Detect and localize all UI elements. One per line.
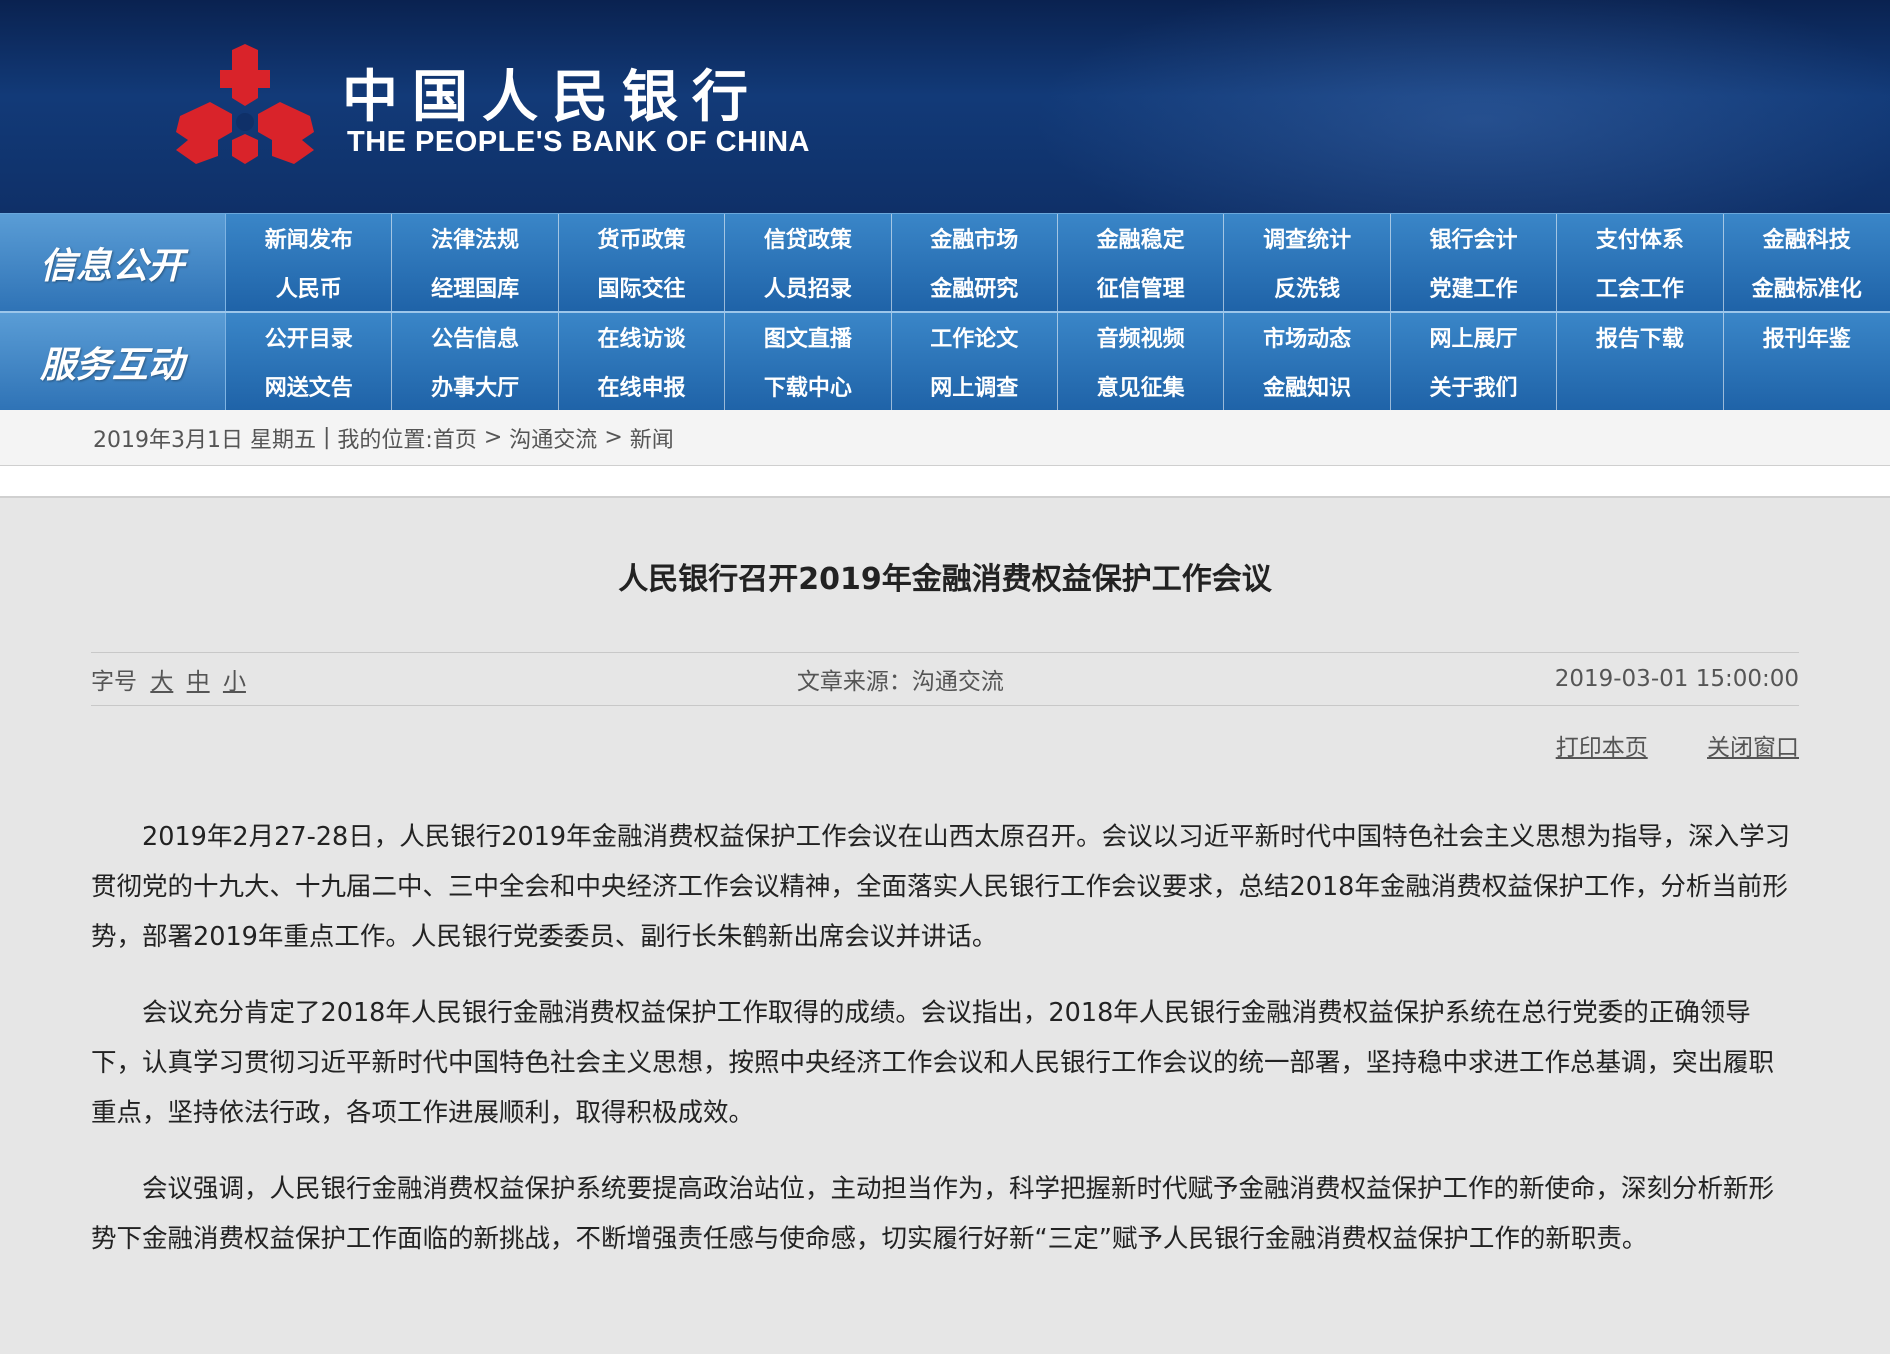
nav-item-payment-system[interactable]: 支付体系	[1557, 214, 1724, 263]
article-paragraph: 2019年2月27-28日，人民银行2019年金融消费权益保护工作会议在山西太原…	[91, 822, 1791, 952]
nav-item-statistics[interactable]: 调查统计	[1224, 214, 1391, 263]
nav-item-yearbooks[interactable]: 报刊年鉴	[1724, 313, 1890, 362]
nav-item-treasury[interactable]: 经理国库	[392, 262, 559, 311]
nav-grid: 新闻发布 法律法规 货币政策 信贷政策 金融市场 金融稳定 调查统计 银行会计 …	[226, 214, 1890, 311]
breadcrumb-section-link[interactable]: 沟通交流	[509, 422, 597, 454]
nav-item-download-center[interactable]: 下载中心	[725, 361, 892, 410]
divider-strip	[0, 466, 1890, 498]
nav-item-public-catalog[interactable]: 公开目录	[226, 313, 393, 362]
font-size-medium-link[interactable]: 中	[187, 669, 210, 695]
close-window-link[interactable]: 关闭窗口	[1707, 735, 1799, 761]
article-source: 文章来源：沟通交流	[796, 669, 1004, 695]
nav-band-service-interaction: 服务互动 公开目录 公告信息 在线访谈 图文直播 工作论文 音频视频 市场动态 …	[0, 311, 1890, 410]
article-datetime: 2019-03-01 15:00:00	[1554, 666, 1799, 692]
nav-item-laws[interactable]: 法律法规	[392, 214, 559, 263]
nav-item-fintech[interactable]: 金融科技	[1724, 214, 1890, 263]
breadcrumb-arrow: >	[604, 425, 623, 450]
nav-item-market-news[interactable]: 市场动态	[1224, 313, 1391, 362]
nav-item-online-filing[interactable]: 在线申报	[559, 361, 726, 410]
nav-item-bank-accounting[interactable]: 银行会计	[1391, 214, 1558, 263]
article-paragraph: 会议充分肯定了2018年人民银行金融消费权益保护工作取得的成绩。会议指出，201…	[91, 998, 1775, 1128]
nav-item-international[interactable]: 国际交往	[559, 262, 726, 311]
current-date: 2019年3月1日	[93, 427, 243, 453]
nav-item-financial-knowledge[interactable]: 金融知识	[1224, 361, 1391, 410]
font-size-large-link[interactable]: 大	[150, 669, 173, 695]
nav-item-online-interview[interactable]: 在线访谈	[559, 313, 726, 362]
location-label: 我的位置:	[337, 427, 433, 453]
nav-item-online-survey[interactable]: 网上调查	[892, 361, 1058, 410]
nav-band-label: 信息公开	[0, 214, 226, 311]
nav-item-monetary-policy[interactable]: 货币政策	[559, 214, 726, 263]
article-title: 人民银行召开2019年金融消费权益保护工作会议	[618, 562, 1272, 597]
article-paragraph: 会议强调，人民银行金融消费权益保护系统要提高政治站位，主动担当作为，科学把握新时…	[91, 1174, 1775, 1254]
article-container: 人民银行召开2019年金融消费权益保护工作会议 字号 大 中 小 文章来源：沟通…	[0, 554, 1890, 1264]
nav-item-credit-reference[interactable]: 征信管理	[1058, 262, 1225, 311]
nav-empty-cell	[1557, 361, 1724, 410]
article-tools: 打印本页 关闭窗口	[91, 728, 1799, 762]
nav-item-report-download[interactable]: 报告下载	[1557, 313, 1724, 362]
breadcrumb-current-link[interactable]: 新闻	[630, 422, 674, 454]
nav-item-about-us[interactable]: 关于我们	[1391, 361, 1558, 410]
nav-item-standardization[interactable]: 金融标准化	[1724, 263, 1890, 312]
nav-band-info-disclosure: 信息公开 新闻发布 法律法规 货币政策 信贷政策 金融市场 金融稳定 调查统计 …	[0, 213, 1890, 311]
nav-item-online-exhibition[interactable]: 网上展厅	[1391, 313, 1558, 362]
nav-item-research[interactable]: 金融研究	[892, 262, 1058, 311]
nav-item-anti-money-laundering[interactable]: 反洗钱	[1224, 262, 1391, 311]
nav-item-live-broadcast[interactable]: 图文直播	[725, 313, 892, 362]
nav-item-union[interactable]: 工会工作	[1557, 262, 1724, 311]
nav-item-recruitment[interactable]: 人员招录	[725, 262, 892, 311]
pboc-logo-icon[interactable]	[170, 40, 320, 170]
nav-item-notices[interactable]: 网送文告	[226, 361, 393, 410]
nav-item-financial-market[interactable]: 金融市场	[892, 214, 1058, 263]
nav-item-news-release[interactable]: 新闻发布	[226, 214, 393, 263]
nav-item-announcements[interactable]: 公告信息	[392, 313, 559, 362]
font-size-controls: 字号 大 中 小	[91, 662, 246, 696]
breadcrumb-home-link[interactable]: 首页	[433, 422, 477, 454]
nav-item-working-papers[interactable]: 工作论文	[892, 313, 1058, 362]
logo-chinese-name: 中国人民银行	[342, 64, 762, 130]
print-page-link[interactable]: 打印本页	[1556, 735, 1648, 761]
nav-item-credit-policy[interactable]: 信贷政策	[725, 214, 892, 263]
nav-band-label: 服务互动	[0, 313, 226, 410]
site-header: 中国人民银行 THE PEOPLE'S BANK OF CHINA	[0, 0, 1890, 213]
article-body: 2019年2月27-28日，人民银行2019年金融消费权益保护工作会议在山西太原…	[91, 812, 1799, 1264]
nav-grid: 公开目录 公告信息 在线访谈 图文直播 工作论文 音频视频 市场动态 网上展厅 …	[226, 313, 1890, 410]
nav-item-party-building[interactable]: 党建工作	[1391, 262, 1558, 311]
breadcrumb-separator: |	[323, 425, 331, 450]
nav-item-audio-video[interactable]: 音频视频	[1058, 313, 1225, 362]
breadcrumb: 2019年3月1日 星期五 | 我的位置: 首页 > 沟通交流 > 新闻	[0, 410, 1890, 466]
nav-item-service-hall[interactable]: 办事大厅	[392, 361, 559, 410]
article-meta-bar: 字号 大 中 小 文章来源：沟通交流 2019-03-01 15:00:00	[91, 652, 1799, 706]
font-size-label: 字号	[91, 669, 137, 695]
logo-english-name: THE PEOPLE'S BANK OF CHINA	[347, 126, 810, 158]
nav-empty-cell	[1724, 362, 1890, 411]
nav-item-financial-stability[interactable]: 金融稳定	[1058, 214, 1225, 263]
nav-item-opinion-collection[interactable]: 意见征集	[1058, 361, 1225, 410]
breadcrumb-arrow: >	[483, 425, 503, 450]
nav-item-rmb[interactable]: 人民币	[226, 262, 393, 311]
font-size-small-link[interactable]: 小	[223, 669, 246, 695]
current-weekday: 星期五	[249, 427, 316, 453]
